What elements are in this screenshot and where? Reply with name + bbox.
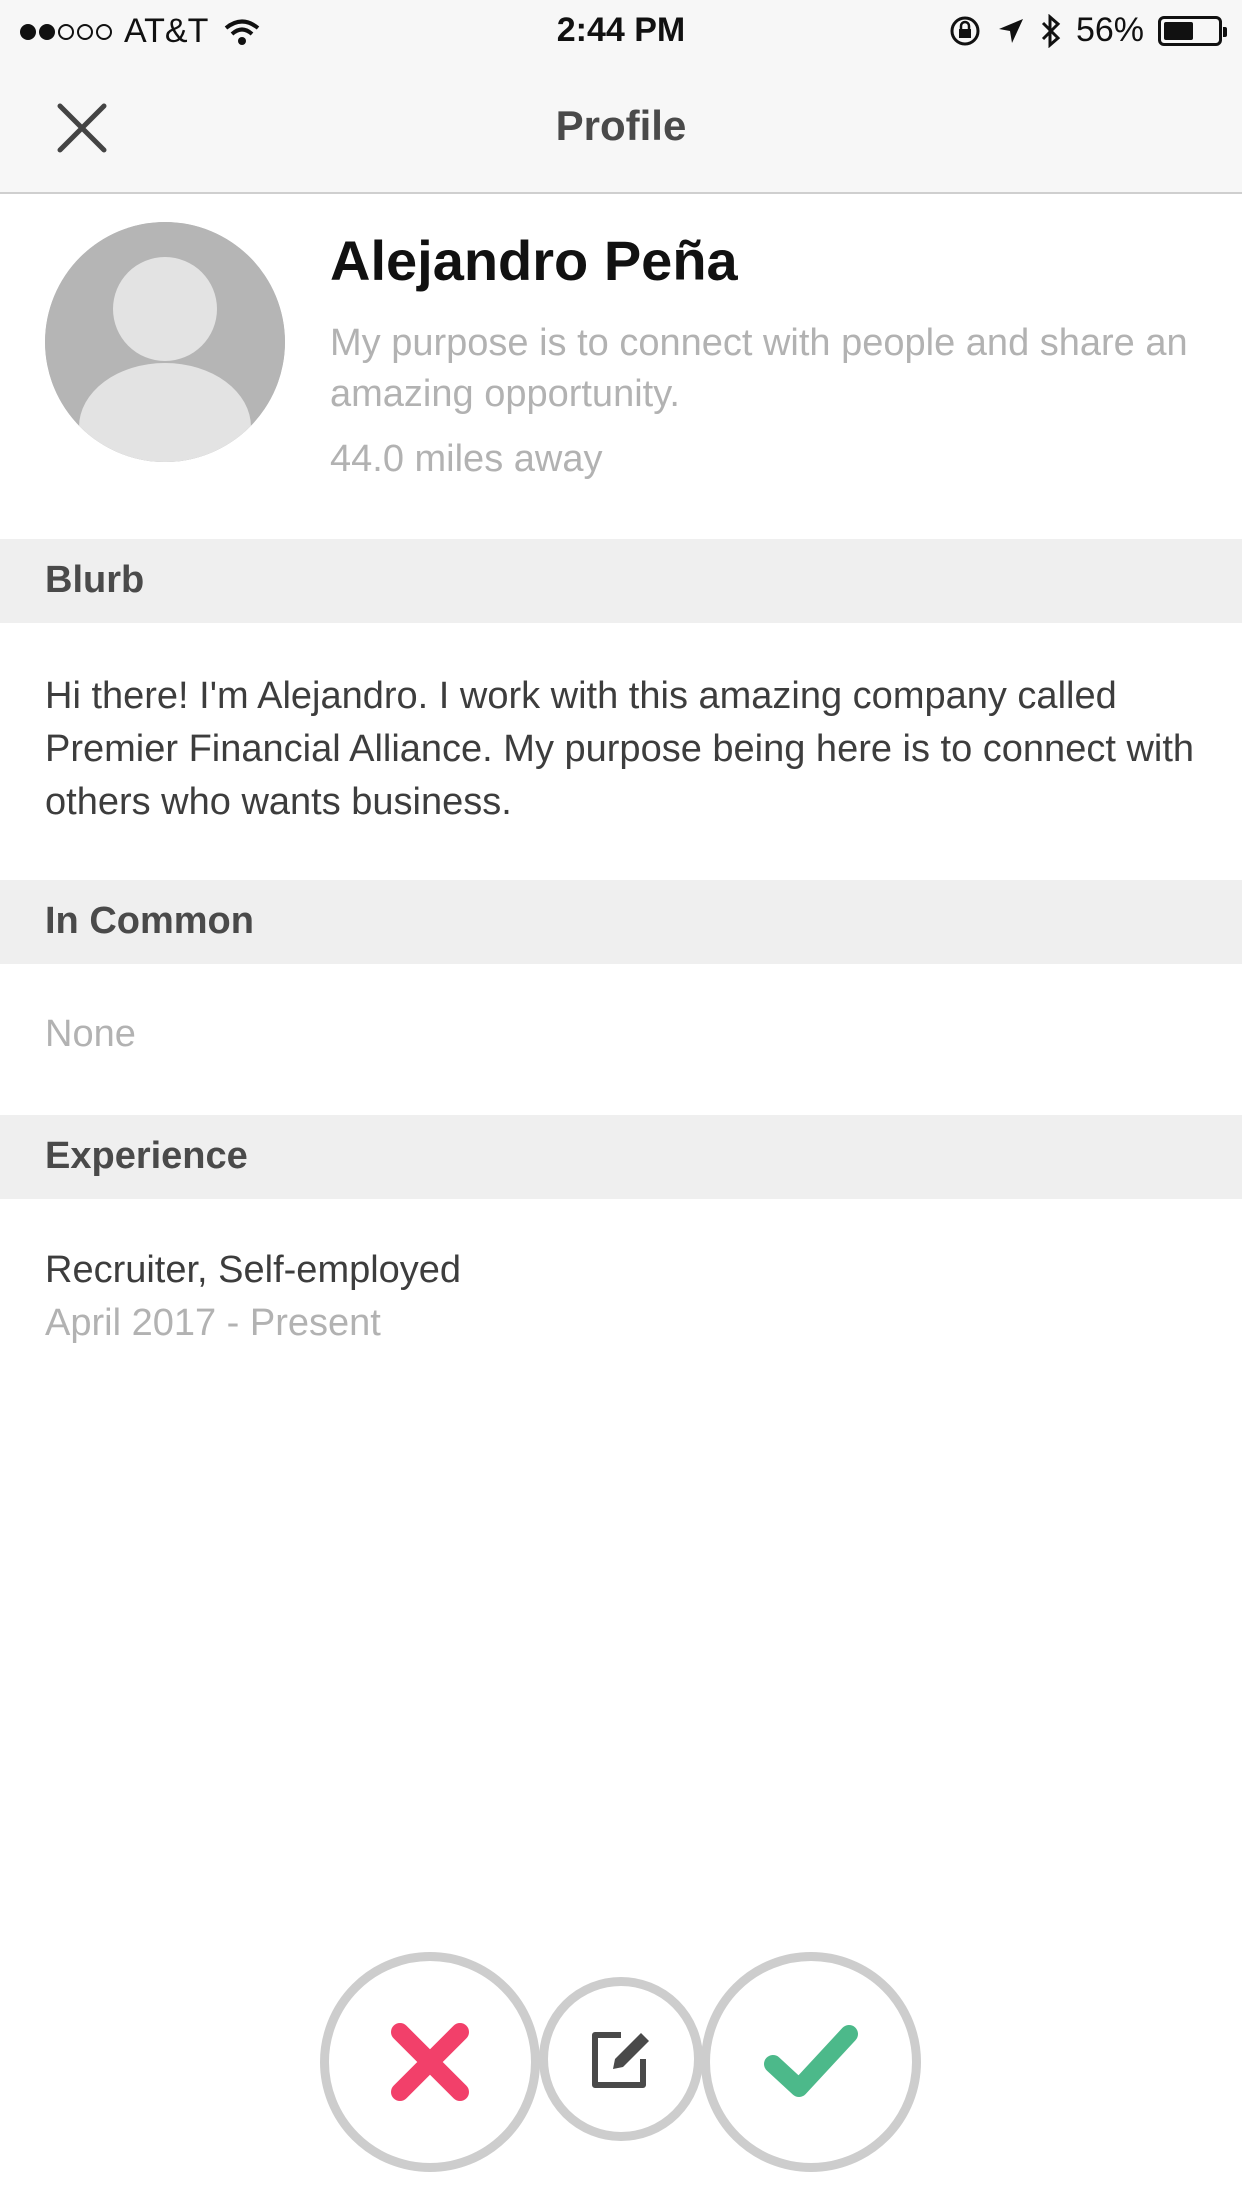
experience-dates: April 2017 - Present <box>45 1302 381 1344</box>
profile-name: Alejandro Peña <box>330 229 738 292</box>
location-arrow-icon <box>998 18 1023 43</box>
profile-distance: 44.0 miles away <box>330 438 603 480</box>
status-bar-right: 56% <box>948 11 1227 50</box>
default-avatar-icon <box>45 222 285 462</box>
battery-icon <box>1158 15 1227 46</box>
bluetooth-icon <box>1041 13 1061 48</box>
blurb-section-title: Blurb <box>45 559 145 601</box>
status-bar: AT&T 2:44 PM 56% <box>0 0 1242 62</box>
in-common-section-title: In Common <box>45 900 254 942</box>
accept-check-icon <box>764 2025 858 2097</box>
accept-button[interactable] <box>701 1952 921 2172</box>
navigation-bar: Profile <box>0 62 1242 194</box>
orientation-lock-icon <box>950 16 980 45</box>
avatar <box>45 222 285 462</box>
reject-button[interactable] <box>320 1952 540 2172</box>
edit-button[interactable] <box>539 1977 703 2141</box>
experience-section-header: Experience <box>0 1115 1242 1199</box>
page-title: Profile <box>555 102 687 149</box>
profile-purpose: My purpose is to connect with people and… <box>330 322 1188 415</box>
blurb-section-header: Blurb <box>0 539 1242 623</box>
battery-percent: 56% <box>1075 11 1144 49</box>
in-common-section-header: In Common <box>0 880 1242 964</box>
experience-section-title: Experience <box>45 1135 248 1177</box>
in-common-text: None <box>45 1013 136 1055</box>
edit-icon <box>592 2032 649 2088</box>
reject-x-icon <box>391 2023 469 2101</box>
experience-role: Recruiter, Self-employed <box>45 1249 462 1291</box>
blurb-text: Hi there! I'm Alejandro. I work with thi… <box>45 675 1195 823</box>
